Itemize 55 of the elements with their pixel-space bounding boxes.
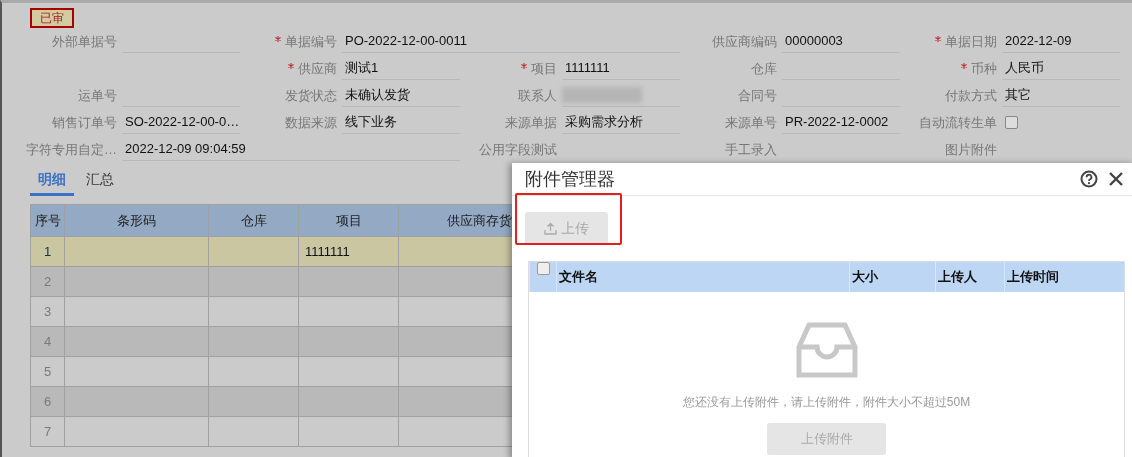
- field-label: 单据编号: [242, 32, 342, 51]
- field-value[interactable]: 2022-12-09 09:04:59: [122, 138, 460, 161]
- column-header: 仓库: [208, 204, 299, 237]
- column-header: 文件名: [555, 262, 849, 292]
- field-label: 外部单据号: [51, 32, 118, 51]
- field-value[interactable]: 1111111: [562, 57, 680, 80]
- field-value[interactable]: SO-2022-12-00-0…: [122, 111, 240, 134]
- field-label: 单据日期: [902, 32, 1002, 51]
- empty-inbox-icon: [795, 322, 858, 378]
- upload-icon: [544, 222, 557, 235]
- field-label: 运单号: [77, 86, 118, 105]
- field-value[interactable]: PR-2022-12-0002: [782, 111, 900, 134]
- field-label: 发货状态: [284, 86, 338, 105]
- select-all-checkbox[interactable]: [537, 262, 551, 275]
- field-value[interactable]: 2022-12-09: [1002, 30, 1120, 53]
- field-label: 自动流转生单: [918, 113, 998, 132]
- column-header: 项目: [298, 204, 399, 237]
- help-icon[interactable]: [1080, 170, 1098, 188]
- field-label: 图片附件: [944, 140, 998, 159]
- column-header: 大小: [848, 262, 935, 292]
- field-label: 项目: [462, 59, 562, 78]
- checkbox[interactable]: [1005, 116, 1018, 129]
- field-label: 来源单号: [724, 113, 778, 132]
- field-label: 付款方式: [944, 86, 998, 105]
- column-header: 上传时间: [1004, 262, 1124, 292]
- field-label: 公用字段测试: [478, 140, 558, 159]
- field-value[interactable]: 测试1: [342, 57, 460, 80]
- column-header: 上传人: [934, 262, 1005, 292]
- field-label: 仓库: [750, 59, 778, 78]
- field-value[interactable]: 采购需求分析: [562, 111, 680, 134]
- field-label: 手工录入: [724, 140, 778, 159]
- column-header: 条形码: [64, 204, 209, 237]
- close-icon[interactable]: [1108, 171, 1124, 187]
- status-badge: 已审: [30, 8, 74, 28]
- field-label: 字符专用自定…: [25, 140, 118, 159]
- field-label: 数据来源: [284, 113, 338, 132]
- field-value[interactable]: 未确认发货: [342, 84, 460, 107]
- field-label: 合同号: [737, 86, 778, 105]
- dialog-title: 附件管理器: [525, 168, 616, 191]
- field-label: 销售订单号: [51, 113, 118, 132]
- field-label: 币种: [902, 59, 1002, 78]
- column-header: 序号: [30, 204, 65, 237]
- field-value[interactable]: PO-2022-12-00-0011: [342, 30, 680, 53]
- field-label: 供应商: [242, 59, 342, 78]
- field-value[interactable]: 线下业务: [342, 111, 460, 134]
- field-label: 供应商编码: [711, 32, 778, 51]
- tab[interactable]: 汇总: [78, 169, 122, 196]
- row-number[interactable]: 1: [30, 236, 65, 267]
- table-cell: 1111111: [298, 236, 399, 267]
- field-label: 来源单据: [504, 113, 558, 132]
- field-value[interactable]: 人民币: [1002, 57, 1120, 80]
- empty-message: 您还没有上传附件，请上传附件，附件大小不超过50M: [682, 394, 971, 411]
- field-value[interactable]: 00000003: [782, 30, 900, 53]
- field-value[interactable]: 其它: [1002, 84, 1120, 107]
- field-label: 联系人: [517, 86, 558, 105]
